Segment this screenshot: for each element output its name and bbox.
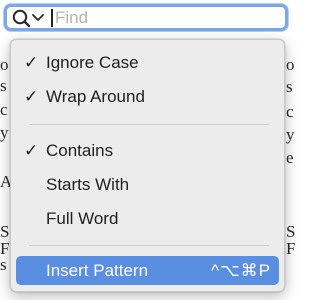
menu-separator <box>29 245 269 246</box>
search-field[interactable] <box>4 4 288 31</box>
find-bar <box>0 0 292 38</box>
menu-separator <box>29 124 269 125</box>
search-options-menu: ✓ Ignore Case ✓ Wrap Around ✓ Contains S… <box>10 39 285 292</box>
text-caret <box>51 9 53 27</box>
menu-item-insert-pattern[interactable]: Insert Pattern ^⌥⌘P <box>16 256 279 285</box>
menu-item-ignore-case[interactable]: ✓ Ignore Case <box>16 48 279 77</box>
menu-item-label: Contains <box>46 141 114 160</box>
menu-item-contains[interactable]: ✓ Contains <box>16 136 279 165</box>
checkmark-icon: ✓ <box>24 87 39 106</box>
menu-item-label: Wrap Around <box>46 87 145 106</box>
menu-item-wrap-around[interactable]: ✓ Wrap Around <box>16 82 279 111</box>
menu-item-starts-with[interactable]: Starts With <box>16 170 279 199</box>
menu-item-label: Full Word <box>46 209 119 228</box>
keyboard-shortcut: ^⌥⌘P <box>211 261 271 280</box>
menu-item-label: Insert Pattern <box>46 261 149 280</box>
search-input[interactable] <box>55 7 283 28</box>
menu-item-label: Starts With <box>46 175 130 194</box>
menu-item-label: Ignore Case <box>46 53 139 72</box>
checkmark-icon: ✓ <box>24 53 39 72</box>
menu-item-full-word[interactable]: Full Word <box>16 204 279 233</box>
chevron-down-icon <box>32 14 44 21</box>
checkmark-icon: ✓ <box>24 141 39 160</box>
